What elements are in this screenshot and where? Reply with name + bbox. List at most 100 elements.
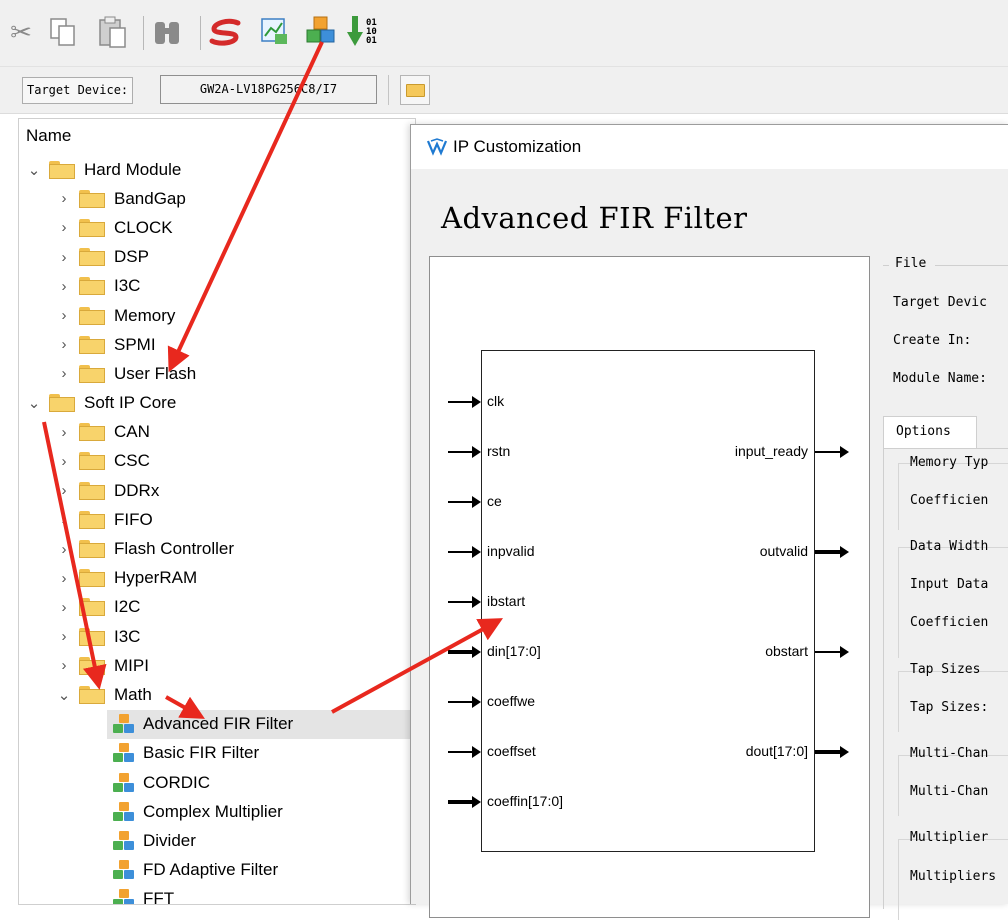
- tree-item-label: User Flash: [114, 363, 197, 383]
- tree-folder-item[interactable]: › DSP: [19, 243, 415, 272]
- folder-icon: [79, 335, 105, 354]
- folder-icon: [79, 627, 105, 646]
- ip-core-icon: [113, 801, 135, 822]
- ip-tree-panel: Name ⌄ Hard Module › BandGap › CLOCK › DSP › I3C ›…: [18, 118, 416, 905]
- ip-core-icon: [113, 830, 135, 851]
- tree-ip-item[interactable]: Complex Multiplier: [19, 797, 415, 826]
- tree-ip-item[interactable]: FD Adaptive Filter: [19, 856, 415, 885]
- folder-icon: [79, 510, 105, 529]
- coefficient-type-label: Coefficien: [910, 493, 989, 508]
- chevron-right-icon[interactable]: ›: [57, 599, 71, 616]
- input-port-label: coeffwe: [487, 693, 535, 709]
- chevron-right-icon[interactable]: ›: [57, 453, 71, 470]
- chevron-right-icon[interactable]: ›: [57, 307, 71, 324]
- tree-ip-item[interactable]: FFT: [19, 885, 415, 904]
- chevron-right-icon[interactable]: ›: [57, 336, 71, 353]
- chevron-right-icon[interactable]: ›: [57, 249, 71, 266]
- chevron-right-icon[interactable]: ›: [57, 511, 71, 528]
- tree-item-label: Advanced FIR Filter: [143, 714, 294, 734]
- input-data-width-label: Input Data: [910, 577, 989, 592]
- tree-folder-item[interactable]: › User Flash: [19, 359, 415, 388]
- tree-item-label: CORDIC: [143, 772, 211, 792]
- multi-channel-group-title: Multi-Chan: [910, 746, 989, 761]
- tree-folder-item[interactable]: ⌄ Soft IP Core: [19, 389, 415, 418]
- tree-folder-item[interactable]: › CAN: [19, 418, 415, 447]
- chevron-right-icon[interactable]: ›: [57, 570, 71, 587]
- tree-folder-item[interactable]: ⌄ Math: [19, 680, 415, 709]
- tree-folder-item[interactable]: › SPMI: [19, 330, 415, 359]
- chevron-down-icon[interactable]: ⌄: [27, 394, 41, 412]
- toolbar-separator: [388, 75, 389, 105]
- chevron-right-icon[interactable]: ›: [57, 219, 71, 236]
- chevron-down-icon[interactable]: ⌄: [27, 161, 41, 179]
- input-pin: [448, 596, 481, 608]
- chevron-right-icon[interactable]: ›: [57, 424, 71, 441]
- target-device-field[interactable]: GW2A-LV18PG256C8/I7: [160, 75, 377, 104]
- output-pin: [815, 746, 849, 758]
- tree-ip-item[interactable]: Advanced FIR Filter: [107, 709, 415, 739]
- input-port-label: coeffin[17:0]: [487, 793, 564, 809]
- report-icon[interactable]: [258, 12, 292, 52]
- target-device-bar: Target Device: GW2A-LV18PG256C8/I7: [0, 67, 1008, 114]
- tree-item-label: Flash Controller: [114, 539, 234, 559]
- input-pin: [448, 396, 481, 408]
- toolbar-separator: [143, 16, 144, 50]
- chevron-right-icon[interactable]: ›: [57, 628, 71, 645]
- open-folder-icon[interactable]: [400, 75, 430, 105]
- copy-icon[interactable]: [46, 12, 80, 52]
- tree-folder-item[interactable]: › MIPI: [19, 651, 415, 680]
- ip-customization-dialog: IP Customization Advanced FIR Filter clk…: [410, 124, 1008, 920]
- chevron-right-icon[interactable]: ›: [57, 190, 71, 207]
- tab-options[interactable]: Options: [883, 416, 977, 449]
- chevron-right-icon[interactable]: ›: [57, 541, 71, 558]
- program-device-icon[interactable]: 01 10 01: [346, 12, 380, 52]
- multiplier-group-title: Multiplier: [910, 830, 989, 845]
- paste-icon[interactable]: [96, 12, 130, 52]
- folder-icon: [79, 656, 105, 675]
- tree-folder-item[interactable]: › Memory: [19, 301, 415, 330]
- tree-folder-item[interactable]: › FIFO: [19, 505, 415, 534]
- cut-icon[interactable]: ✂: [4, 12, 38, 52]
- folder-icon: [79, 569, 105, 588]
- find-icon[interactable]: [150, 12, 184, 52]
- dialog-titlebar: IP Customization: [411, 125, 1008, 169]
- output-port-label: obstart: [765, 643, 808, 659]
- chevron-right-icon[interactable]: ›: [57, 482, 71, 499]
- input-port-label: rstn: [487, 443, 511, 459]
- chevron-right-icon[interactable]: ›: [57, 365, 71, 382]
- chevron-right-icon[interactable]: ›: [57, 657, 71, 674]
- tree-folder-item[interactable]: › CLOCK: [19, 213, 415, 242]
- synplify-icon[interactable]: [208, 12, 242, 52]
- output-pin: [815, 446, 849, 458]
- toolbar-separator: [200, 16, 201, 50]
- ip-core-generator-icon[interactable]: [304, 12, 338, 52]
- tree-folder-item[interactable]: › I2C: [19, 593, 415, 622]
- tree-item-label: CLOCK: [114, 217, 173, 237]
- tree-folder-item[interactable]: › CSC: [19, 447, 415, 476]
- ip-core-icon: [113, 714, 135, 734]
- tree-folder-item[interactable]: › I3C: [19, 272, 415, 301]
- tap-sizes-group-title: Tap Sizes: [910, 662, 981, 677]
- tree-ip-item[interactable]: Basic FIR Filter: [19, 739, 415, 768]
- tree-folder-item[interactable]: ⌄ Hard Module: [19, 155, 415, 184]
- tree-ip-item[interactable]: Divider: [19, 826, 415, 855]
- tree-ip-item[interactable]: CORDIC: [19, 768, 415, 797]
- input-pin: [448, 446, 481, 458]
- chevron-down-icon[interactable]: ⌄: [57, 686, 71, 704]
- tree-folder-item[interactable]: › Flash Controller: [19, 534, 415, 563]
- tree-column-header: Name: [26, 126, 72, 145]
- tree-item-label: Basic FIR Filter: [143, 743, 260, 763]
- tree-item-label: SPMI: [114, 334, 156, 354]
- chevron-right-icon[interactable]: ›: [57, 278, 71, 295]
- group-border: [935, 265, 1008, 266]
- create-in-label: Create In:: [893, 333, 972, 348]
- tree-folder-item[interactable]: › BandGap: [19, 184, 415, 213]
- tree-folder-item[interactable]: › DDRx: [19, 476, 415, 505]
- memory-type-group-title: Memory Typ: [910, 455, 989, 470]
- tree-folder-item[interactable]: › HyperRAM: [19, 564, 415, 593]
- tree-folder-item[interactable]: › I3C: [19, 622, 415, 651]
- tree-item-label: Complex Multiplier: [143, 801, 283, 821]
- ip-core-icon: [113, 743, 135, 763]
- svg-text:01: 01: [366, 36, 377, 46]
- folder-icon: [79, 481, 105, 500]
